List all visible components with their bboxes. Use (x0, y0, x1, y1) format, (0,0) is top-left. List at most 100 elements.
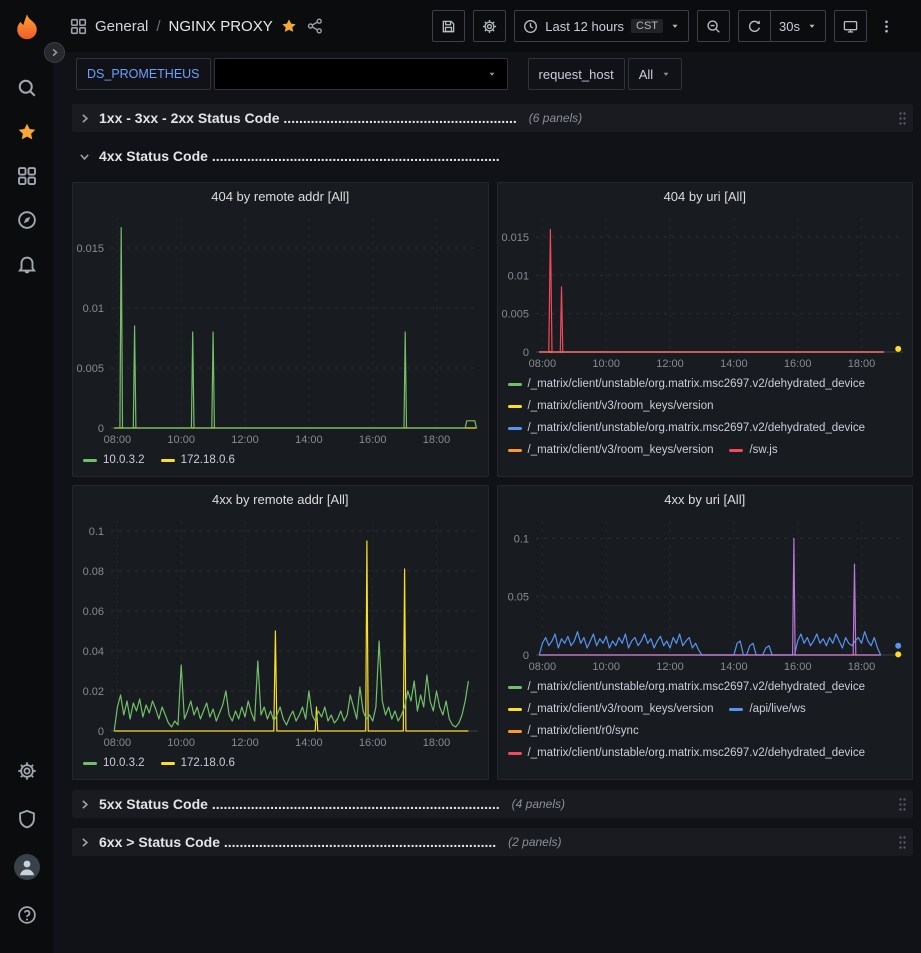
legend-label: 10.0.3.2 (103, 454, 145, 466)
panel-legend: 10.0.3.2 172.18.0.6 (73, 448, 488, 476)
svg-text:12:00: 12:00 (656, 661, 684, 673)
legend-item[interactable]: /api/live/ws (729, 698, 805, 720)
dashboards-icon[interactable] (7, 156, 47, 196)
legend-item[interactable]: /_matrix/client/r0/sync (508, 720, 639, 742)
panel-title[interactable]: 404 by uri [All] (498, 183, 913, 210)
legend-label: /api/live/ws (749, 703, 805, 715)
zoom-out-button[interactable] (697, 10, 730, 42)
row-drag-handle[interactable] (898, 797, 907, 812)
legend-item[interactable]: /_matrix/client/v3/room_keys/version (508, 439, 714, 461)
legend-item[interactable]: 172.18.0.6 (161, 449, 235, 471)
breadcrumb-section[interactable]: General (95, 18, 148, 35)
svg-text:0.005: 0.005 (76, 363, 104, 375)
chart-canvas[interactable]: 00.0050.010.01508:0010:0012:0014:0016:00… (498, 210, 913, 372)
clock-icon (523, 19, 538, 34)
chart-canvas[interactable]: 00.050.108:0010:0012:0014:0016:0018:00 (498, 513, 913, 675)
svg-text:18:00: 18:00 (423, 434, 451, 446)
panel-4xx-by-uri: 4xx by uri [All] 00.050.108:0010:0012:00… (497, 485, 914, 780)
sidebar-expand-button[interactable] (44, 42, 65, 63)
legend-color-marker (83, 762, 97, 765)
svg-text:0.05: 0.05 (507, 592, 528, 604)
svg-text:10:00: 10:00 (592, 661, 620, 673)
svg-text:16:00: 16:00 (783, 358, 811, 370)
legend-item[interactable]: /_matrix/client/unstable/org.matrix.msc2… (508, 742, 866, 764)
chart-canvas[interactable]: 00.020.040.060.080.108:0010:0012:0014:00… (73, 513, 488, 751)
breadcrumb-title[interactable]: NGINX PROXY (169, 18, 273, 35)
panel-chart[interactable]: 00.0050.010.01508:0010:0012:0014:0016:00… (73, 210, 488, 448)
breadcrumb-separator: / (156, 18, 160, 35)
legend-color-marker (508, 449, 522, 452)
admin-shield-icon[interactable] (7, 799, 47, 839)
starred-icon[interactable] (7, 112, 47, 152)
legend-label: /_matrix/client/v3/room_keys/version (528, 400, 714, 412)
svg-text:0.08: 0.08 (83, 566, 104, 578)
user-avatar[interactable] (7, 847, 47, 887)
share-icon[interactable] (307, 18, 323, 34)
chart-canvas[interactable]: 00.0050.010.01508:0010:0012:0014:0016:00… (73, 210, 488, 448)
row-drag-handle[interactable] (898, 835, 907, 850)
row-4xx-status-code[interactable]: 4xx Status Code ........................… (72, 142, 913, 170)
tv-mode-button[interactable] (834, 10, 867, 42)
legend-item[interactable]: 10.0.3.2 (83, 752, 145, 774)
svg-text:08:00: 08:00 (528, 358, 556, 370)
svg-text:14:00: 14:00 (720, 358, 748, 370)
svg-text:14:00: 14:00 (295, 737, 323, 749)
refresh-button[interactable] (738, 10, 770, 42)
legend-item[interactable]: 172.18.0.6 (161, 752, 235, 774)
dashboard-variables-bar: DS_PROMETHEUS request_host All (54, 52, 921, 96)
panel-legend: /_matrix/client/unstable/org.matrix.msc2… (498, 372, 913, 476)
apps-grid-icon (70, 18, 87, 35)
panel-title[interactable]: 4xx by uri [All] (498, 486, 913, 513)
panel-chart[interactable]: 00.050.108:0010:0012:0014:0016:0018:00 (498, 513, 913, 675)
settings-gear-icon[interactable] (7, 751, 47, 791)
caret-down-icon (487, 69, 497, 79)
variable-label-request-host[interactable]: request_host (528, 58, 625, 90)
grafana-logo[interactable] (12, 12, 42, 42)
time-range-picker[interactable]: Last 12 hours CST (514, 10, 689, 42)
variable-value-request-host[interactable]: All (628, 58, 682, 90)
legend-item[interactable]: /_matrix/client/unstable/org.matrix.msc2… (508, 373, 866, 395)
explore-compass-icon[interactable] (7, 200, 47, 240)
help-icon[interactable] (7, 895, 47, 935)
favorite-star-icon[interactable] (281, 18, 297, 34)
caret-down-icon (807, 19, 817, 34)
legend-item[interactable]: /sw.js (729, 439, 777, 461)
legend-color-marker (508, 752, 522, 755)
panel-404-by-uri: 404 by uri [All] 00.0050.010.01508:0010:… (497, 182, 914, 477)
legend-color-marker (508, 686, 522, 689)
svg-text:10:00: 10:00 (167, 434, 195, 446)
save-dashboard-button[interactable] (432, 10, 465, 42)
legend-item[interactable]: /_matrix/client/unstable/org.matrix.msc2… (508, 676, 866, 698)
variable-value-ds-prometheus[interactable] (214, 58, 508, 90)
refresh-interval-dropdown[interactable]: 30s (770, 10, 826, 42)
panel-title[interactable]: 4xx by remote addr [All] (73, 486, 488, 513)
kebab-menu-button[interactable] (875, 10, 907, 42)
svg-text:16:00: 16:00 (359, 737, 387, 749)
row-drag-handle[interactable] (898, 111, 907, 126)
search-icon[interactable] (7, 68, 47, 108)
panel-4xx-by-remote-addr: 4xx by remote addr [All] 00.020.040.060.… (72, 485, 489, 780)
dashboard-settings-button[interactable] (473, 10, 506, 42)
panel-title[interactable]: 404 by remote addr [All] (73, 183, 488, 210)
panel-chart[interactable]: 00.020.040.060.080.108:0010:0012:0014:00… (73, 513, 488, 751)
row-5xx-status-code[interactable]: 5xx Status Code ........................… (72, 790, 913, 818)
legend-item[interactable]: /_matrix/client/v3/room_keys/version (508, 698, 714, 720)
row-6xx-status-code[interactable]: 6xx > Status Code ......................… (72, 828, 913, 856)
top-navbar: General / NGINX PROXY L (54, 0, 921, 52)
legend-color-marker (161, 762, 175, 765)
alerting-bell-icon[interactable] (7, 244, 47, 284)
variable-label-ds-prometheus[interactable]: DS_PROMETHEUS (76, 58, 211, 90)
legend-item[interactable]: /_matrix/client/unstable/org.matrix.msc2… (508, 417, 866, 439)
legend-item[interactable]: /_matrix/client/v3/room_keys/version (508, 395, 714, 417)
refresh-interval-value: 30s (779, 19, 800, 34)
svg-text:0.04: 0.04 (83, 646, 104, 658)
panel-chart[interactable]: 00.0050.010.01508:0010:0012:0014:0016:00… (498, 210, 913, 372)
svg-text:12:00: 12:00 (656, 358, 684, 370)
panel-title-text: 4xx by uri [All] (664, 492, 745, 507)
row-1xx-3xx-2xx-status-code[interactable]: 1xx - 3xx - 2xx Status Code ............… (72, 104, 913, 132)
timezone-badge: CST (631, 19, 663, 33)
panel-title-text: 4xx by remote addr [All] (212, 492, 349, 507)
caret-down-icon (670, 19, 680, 34)
legend-item[interactable]: 10.0.3.2 (83, 449, 145, 471)
breadcrumb: General / NGINX PROXY (70, 18, 323, 35)
